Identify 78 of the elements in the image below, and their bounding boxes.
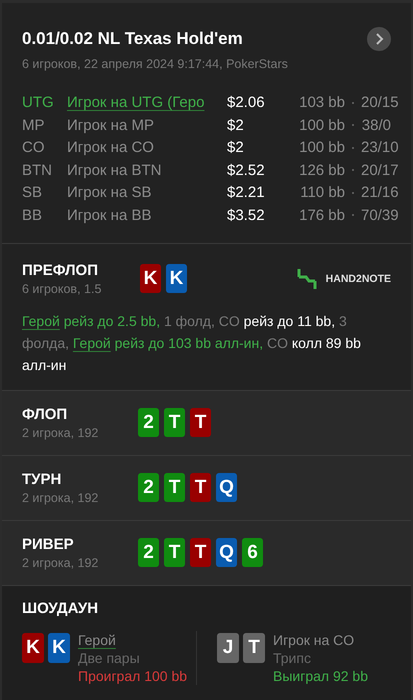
stack-bb: 110 bb xyxy=(299,184,345,201)
position-label: MP xyxy=(22,116,46,134)
playing-card: K xyxy=(166,264,187,293)
playing-card: T xyxy=(190,473,211,502)
street-details: 6 игроков, 1.5 xyxy=(22,282,102,296)
separator-dot xyxy=(352,124,354,126)
hero-link[interactable]: Герой xyxy=(72,334,111,350)
street-title: РИВЕР xyxy=(22,536,75,552)
player-stats: 38/0 xyxy=(361,116,391,134)
position-label: SB xyxy=(22,184,44,201)
playing-card: T xyxy=(190,538,211,567)
stack-amount: $3.52 xyxy=(227,206,266,224)
playing-card: Q xyxy=(216,473,237,502)
logo-text: HAND2NOTE xyxy=(326,272,391,284)
player-stats: 20/15 xyxy=(361,94,399,111)
chevron-right-icon xyxy=(374,33,384,45)
separator-dot xyxy=(352,169,354,171)
player-name[interactable]: Герой xyxy=(78,630,116,648)
logo-icon xyxy=(296,268,318,290)
playing-card: T xyxy=(164,473,185,502)
hand-rank: Трипс xyxy=(273,648,312,666)
separator-dot xyxy=(352,102,354,104)
playing-card: T xyxy=(164,408,185,437)
player-name: Игрок на SB xyxy=(67,184,152,201)
street-title: ПРЕФЛОП xyxy=(22,262,99,278)
next-button[interactable] xyxy=(367,27,391,51)
separator-dot xyxy=(352,192,354,194)
stack-amount: $2 xyxy=(227,116,245,134)
preflop-actions: Герой рейз до 2.5 bb, 1 фолд, CO рейз до 11 bb, 3 фолда, Герой рейз до 103 bb алл-ин, CO колл 89 bb алл-ин xyxy=(22,312,362,374)
playing-card: 2 xyxy=(138,408,159,437)
street-details: 2 игрока, 192 xyxy=(22,426,100,440)
street-title: ТУРН xyxy=(22,470,62,488)
player-name: Игрок на CO xyxy=(273,630,354,648)
stack-amount: $2.52 xyxy=(227,162,266,178)
position-label: CO xyxy=(22,139,46,156)
playing-card: Q xyxy=(216,538,237,567)
result-text: Проиграл 100 bb xyxy=(78,666,188,684)
game-title: 0.01/0.02 NL Texas Hold'em xyxy=(22,29,243,49)
playing-card: T xyxy=(164,538,185,567)
playing-card: K xyxy=(140,264,161,293)
street-details: 2 игрока, 192 xyxy=(22,490,100,504)
playing-card: J xyxy=(217,632,239,662)
stack-amount: $2.21 xyxy=(227,184,266,201)
separator-dot xyxy=(352,214,354,216)
playing-card: K xyxy=(22,632,44,662)
hand-rank: Две пары xyxy=(78,648,141,666)
street-details: 2 игрока, 192 xyxy=(22,556,100,570)
player-stats: 23/10 xyxy=(361,139,399,156)
result-text: Выиграл 92 bb xyxy=(273,666,368,684)
playing-card: T xyxy=(190,408,211,437)
stack-bb: 176 bb xyxy=(298,206,345,224)
playing-card: 2 xyxy=(138,538,159,567)
playing-card: 6 xyxy=(242,538,263,567)
player-name[interactable]: Игрок на UTG (Геро xyxy=(67,94,227,111)
player-stats: 21/16 xyxy=(361,184,399,201)
playing-card: K xyxy=(48,632,70,662)
player-name: Игрок на CO xyxy=(67,139,155,156)
playing-card: 2 xyxy=(138,473,159,502)
position-label: BTN xyxy=(22,162,53,178)
player-stats: 70/39 xyxy=(361,206,399,224)
game-details: 6 игроков, 22 апреля 2024 9:17:44, PokerStars xyxy=(22,57,289,71)
player-stats: 20/17 xyxy=(361,162,399,178)
stack-bb: 103 bb xyxy=(298,94,345,111)
separator-dot xyxy=(352,146,354,148)
position-label: BB xyxy=(22,206,44,224)
stack-bb: 126 bb xyxy=(298,162,345,178)
player-name: Игрок на BTN xyxy=(67,162,162,178)
street-title: ФЛОП xyxy=(22,406,68,422)
position-label: UTG xyxy=(22,94,55,111)
playing-card: T xyxy=(243,632,265,662)
player-name: Игрок на MP xyxy=(67,116,155,134)
stack-bb: 100 bb xyxy=(298,139,345,156)
stack-amount: $2 xyxy=(227,139,245,156)
hero-link[interactable]: Герой xyxy=(22,312,60,328)
street-title: ШОУДАУН xyxy=(22,600,100,616)
stack-bb: 100 bb xyxy=(298,116,345,134)
stack-amount: $2.06 xyxy=(227,94,266,111)
player-name: Игрок на BB xyxy=(67,206,152,224)
